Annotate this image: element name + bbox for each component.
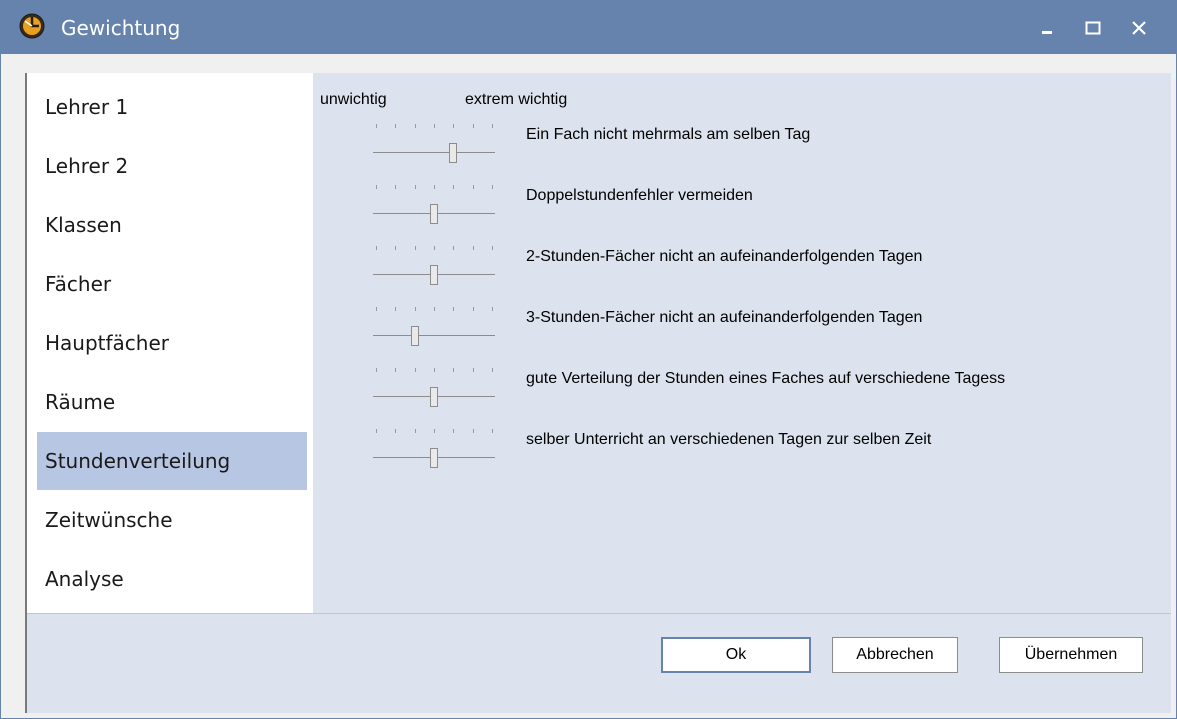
slider-thumb[interactable]: [449, 143, 458, 163]
nav-item-label: Stundenverteilung: [45, 449, 231, 473]
slider-thumb[interactable]: [430, 265, 438, 285]
slider-tick: [453, 246, 455, 250]
slider-thumb[interactable]: [430, 204, 438, 224]
slider-tick: [472, 307, 474, 311]
weight-slider[interactable]: [369, 179, 499, 225]
slider-tick: [395, 124, 397, 128]
slider-tick: [453, 185, 455, 189]
slider-tick: [472, 124, 474, 128]
slider-tick: [434, 246, 435, 250]
slider-tick: [434, 429, 435, 433]
slider-tick: [376, 307, 377, 311]
slider-tick: [472, 429, 474, 433]
title-bar[interactable]: Gewichtung: [1, 1, 1176, 54]
nav-item-zeitwuensche[interactable]: Zeitwünsche: [37, 491, 307, 549]
slider-tick: [414, 185, 416, 189]
slider-track: [373, 152, 495, 153]
maximize-button[interactable]: [1070, 1, 1116, 54]
nav-item-label: Räume: [45, 390, 116, 414]
weight-slider[interactable]: [369, 362, 499, 408]
nav-item-label: Analyse: [45, 567, 124, 591]
slider-tick: [453, 124, 455, 128]
slider-tick: [434, 185, 435, 189]
nav-item-raeume[interactable]: Räume: [37, 373, 307, 431]
minimize-icon: [1042, 30, 1052, 34]
close-icon: [1132, 20, 1146, 35]
slider-thumb[interactable]: [430, 448, 438, 468]
slider-tick: [414, 429, 416, 433]
ok-button[interactable]: Ok: [661, 637, 811, 673]
nav-item-stundenverteilung[interactable]: Stundenverteilung: [37, 432, 307, 490]
nav-item-label: Hauptfächer: [45, 331, 170, 355]
slider-tick: [414, 246, 416, 250]
slider-tick: [453, 368, 455, 372]
slider-tick: [395, 185, 397, 189]
slider-tick: [453, 307, 455, 311]
window-title: Gewichtung: [61, 16, 181, 40]
slider-tick: [472, 368, 474, 372]
nav-item-label: Zeitwünsche: [45, 508, 173, 532]
slider-tick: [395, 246, 397, 250]
slider-tick: [414, 368, 416, 372]
slider-tick: [376, 368, 377, 372]
criterion-label: gute Verteilung der Stunden eines Faches…: [526, 370, 1006, 387]
criterion-label: 3-Stunden-Fächer nicht an aufeinanderfol…: [526, 309, 923, 326]
nav-item-label: Lehrer 2: [45, 154, 129, 178]
slider-tick: [434, 368, 435, 372]
slider-tick: [376, 124, 377, 128]
slider-tick: [492, 307, 493, 311]
minimize-button[interactable]: [1024, 1, 1070, 54]
slider-tick: [395, 368, 397, 372]
weights-panel: unwichtig extrem wichtig Ein Fach nicht …: [313, 73, 1171, 613]
slider-tick: [395, 429, 397, 433]
slider-tick: [492, 124, 493, 128]
weight-slider[interactable]: [369, 423, 499, 469]
apply-button[interactable]: Übernehmen: [999, 637, 1143, 673]
slider-tick: [492, 185, 493, 189]
weight-slider[interactable]: [369, 240, 499, 286]
slider-thumb[interactable]: [410, 326, 419, 346]
category-list: Lehrer 1 Lehrer 2 Klassen Fächer Hauptfä…: [27, 73, 313, 613]
scale-min-label: unwichtig: [320, 91, 387, 108]
cancel-button[interactable]: Abbrechen: [832, 637, 958, 673]
clock-app-icon: [19, 13, 45, 39]
criterion-label: Ein Fach nicht mehrmals am selben Tag: [526, 126, 811, 143]
weight-slider[interactable]: [369, 301, 499, 347]
nav-item-hauptfaecher[interactable]: Hauptfächer: [37, 314, 307, 372]
nav-item-lehrer-1[interactable]: Lehrer 1: [37, 78, 307, 136]
scale-max-label: extrem wichtig: [465, 91, 568, 108]
slider-tick: [376, 185, 377, 189]
nav-item-faecher[interactable]: Fächer: [37, 255, 307, 313]
criterion-label: selber Unterricht an verschiedenen Tagen…: [526, 431, 932, 448]
slider-tick: [434, 307, 435, 311]
slider-tick: [414, 307, 416, 311]
dialog-body: Lehrer 1 Lehrer 2 Klassen Fächer Hauptfä…: [25, 73, 1171, 713]
weight-slider[interactable]: [369, 118, 499, 164]
footer-divider: [27, 613, 1171, 614]
nav-item-analyse[interactable]: Analyse: [37, 550, 307, 608]
nav-item-lehrer-2[interactable]: Lehrer 2: [37, 137, 307, 195]
slider-tick: [414, 124, 416, 128]
slider-tick: [492, 368, 493, 372]
slider-tick: [492, 429, 493, 433]
dialog-window: Gewichtung Lehrer 1 Lehrer 2 Klassen Fäc…: [0, 0, 1177, 719]
slider-tick: [376, 429, 377, 433]
maximize-icon: [1085, 21, 1101, 34]
close-button[interactable]: [1116, 1, 1162, 54]
slider-tick: [453, 429, 455, 433]
slider-tick: [492, 246, 493, 250]
criterion-label: 2-Stunden-Fächer nicht an aufeinanderfol…: [526, 248, 923, 265]
slider-track: [373, 335, 495, 336]
slider-tick: [376, 246, 377, 250]
slider-tick: [434, 124, 435, 128]
nav-item-label: Fächer: [45, 272, 112, 296]
criterion-label: Doppelstundenfehler vermeiden: [526, 187, 753, 204]
slider-tick: [472, 185, 474, 189]
slider-tick: [395, 307, 397, 311]
slider-thumb[interactable]: [430, 387, 438, 407]
nav-item-label: Lehrer 1: [45, 95, 129, 119]
slider-tick: [472, 246, 474, 250]
nav-item-label: Klassen: [45, 213, 122, 237]
nav-item-klassen[interactable]: Klassen: [37, 196, 307, 254]
